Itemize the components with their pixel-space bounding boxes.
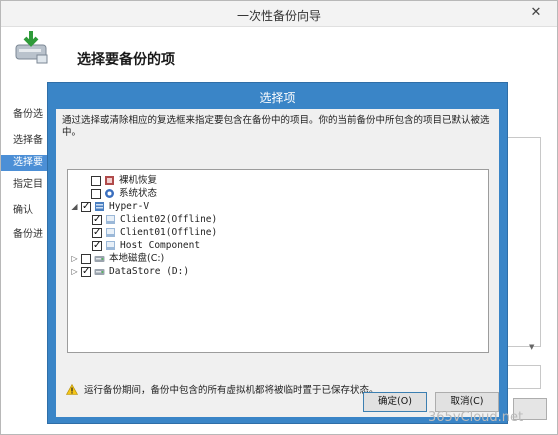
warning-text: 运行备份期间，备份中包含的所有虚拟机都将被临时置于已保存状态。 (84, 385, 379, 396)
tree-item-label: 裸机恢复 (119, 175, 158, 186)
tree-item-label: 本地磁盘(C:) (109, 253, 165, 264)
backup-icon (15, 31, 48, 64)
tree-item-label: Hyper-V (109, 201, 150, 212)
tree-item-datastore-d[interactable]: ▷ ✓ DataStore (D:) (70, 265, 189, 278)
hyperv-icon (95, 202, 104, 211)
expand-icon[interactable]: ▷ (70, 254, 79, 263)
items-list-frame (507, 137, 541, 347)
tree-item-label: 系统状态 (119, 188, 158, 199)
tree-item-system-state[interactable]: 系统状态 (80, 187, 157, 200)
collapse-icon[interactable]: ◢ (70, 202, 79, 211)
checkbox[interactable]: ✓ (81, 201, 91, 212)
bare-metal-icon (105, 176, 114, 185)
vm-icon (106, 228, 115, 237)
tree-item-bare-metal[interactable]: 裸机恢复 (80, 174, 157, 187)
chevron-down-icon[interactable]: ▼ (529, 343, 534, 351)
vm-icon (106, 241, 115, 250)
instructions-text: 通过选择或清除相应的复选框来指定要包含在备份中的项目。你的当前备份中所包含的项目… (62, 115, 490, 138)
checkbox[interactable] (81, 253, 91, 264)
select-items-dialog: 选择项 通过选择或清除相应的复选框来指定要包含在备份中的项目。你的当前备份中所包… (47, 82, 508, 424)
watermark-text: 365vCloud.net (428, 410, 524, 425)
page-title: 选择要备份的项 (77, 52, 175, 68)
close-icon[interactable]: ✕ (521, 3, 551, 23)
tree-item-hyperv[interactable]: ◢ ✓ Hyper-V (70, 200, 149, 213)
tree-item-client01[interactable]: ✓ Client01(Offline) (92, 226, 217, 239)
wizard-titlebar: 一次性备份向导 ✕ (1, 1, 557, 27)
tree-item-label: Client02(Offline) (120, 214, 218, 225)
vm-icon (106, 215, 115, 224)
ok-button[interactable]: 确定(O) (363, 392, 427, 412)
checkbox[interactable] (91, 188, 101, 199)
checkbox[interactable]: ✓ (92, 227, 102, 238)
dialog-title: 选择项 (259, 91, 296, 105)
tree-item-label: DataStore (D:) (109, 266, 190, 277)
checkbox[interactable]: ✓ (92, 214, 102, 225)
checkbox[interactable] (91, 175, 101, 186)
tree-item-label: Client01(Offline) (120, 227, 218, 238)
tree-item-host-component[interactable]: ✓ Host Component (92, 239, 200, 252)
tree-item-label: Host Component (120, 240, 201, 251)
checkbox[interactable]: ✓ (92, 240, 102, 251)
disk-icon (94, 269, 105, 275)
expand-icon[interactable]: ▷ (70, 267, 79, 276)
system-state-icon (105, 189, 114, 198)
warning-message: 运行备份期间，备份中包含的所有虚拟机都将被临时置于已保存状态。 (66, 382, 379, 396)
cancel-button[interactable]: 取消(C) (435, 392, 499, 412)
tree-item-local-disk-c[interactable]: ▷ 本地磁盘(C:) (70, 252, 164, 265)
wizard-field (507, 365, 541, 389)
warning-icon (66, 383, 78, 395)
items-tree[interactable]: 裸机恢复 系统状态 ◢ ✓ Hyper-V ✓ Client02(Offline… (67, 169, 489, 353)
tree-item-client02[interactable]: ✓ Client02(Offline) (92, 213, 217, 226)
checkbox[interactable]: ✓ (81, 266, 91, 277)
wizard-title: 一次性备份向导 (236, 9, 321, 23)
disk-icon (94, 256, 105, 262)
dialog-body: 通过选择或清除相应的复选框来指定要包含在备份中的项目。你的当前备份中所包含的项目… (56, 109, 499, 417)
